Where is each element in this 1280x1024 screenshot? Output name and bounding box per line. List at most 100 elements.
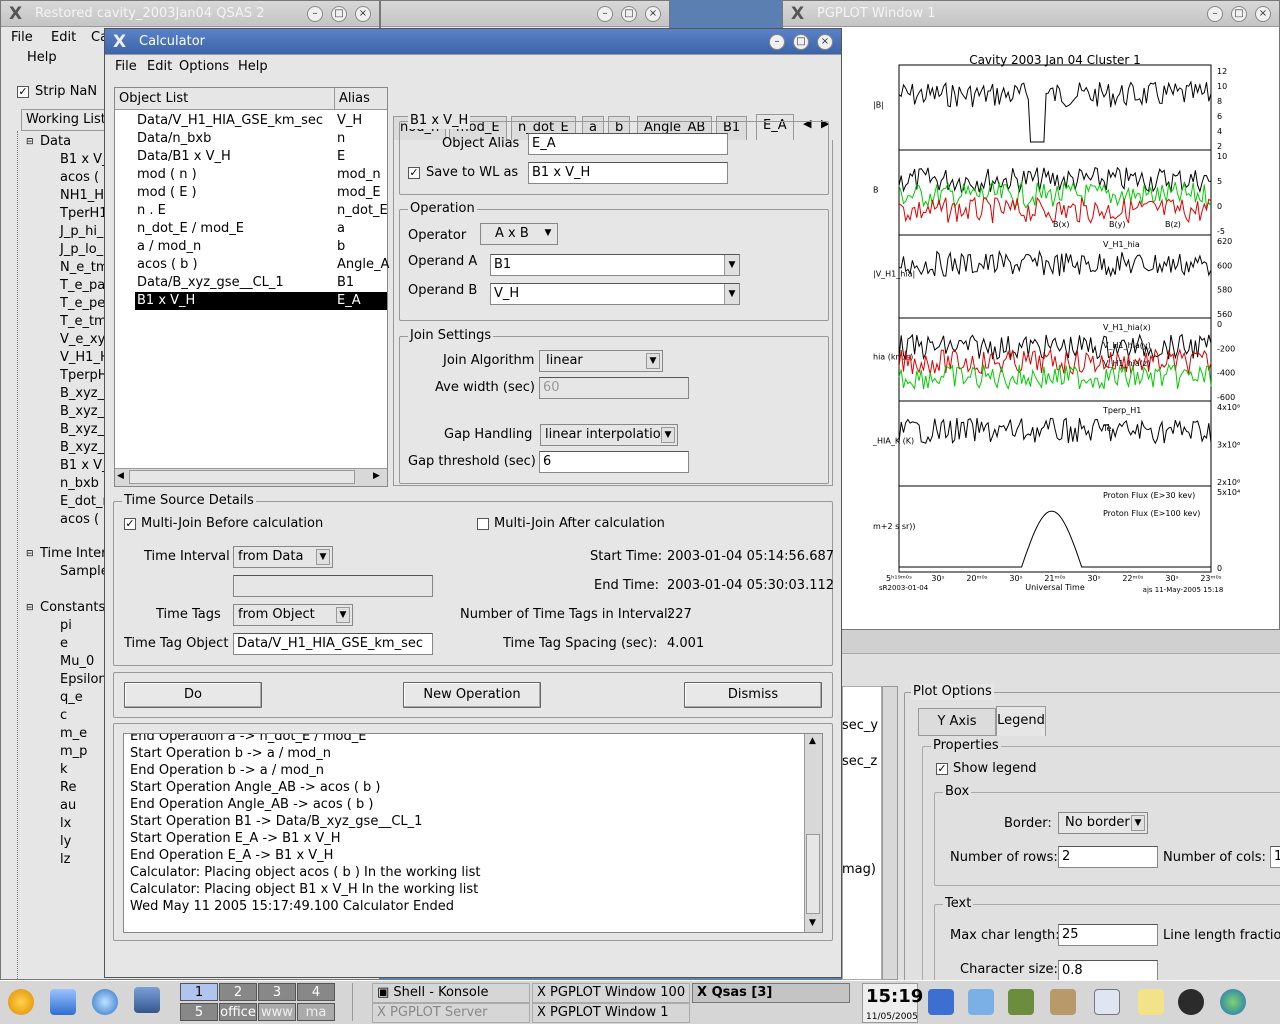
gap-threshold-input[interactable]: 6 bbox=[539, 451, 689, 473]
tree-data[interactable]: Data bbox=[40, 133, 71, 151]
minimize-icon[interactable]: – bbox=[1207, 6, 1223, 22]
operand-b-select[interactable]: V_H ▼ bbox=[490, 283, 740, 305]
object-row[interactable]: Data/n_bxb n bbox=[135, 130, 387, 148]
calculator-titlebar[interactable]: X Calculator – □ × bbox=[105, 29, 841, 55]
browser-icon[interactable] bbox=[92, 989, 118, 1015]
tree-item[interactable]: Epsilon bbox=[60, 671, 107, 689]
chevron-down-icon[interactable]: ▼ bbox=[724, 284, 739, 304]
home-folder-icon[interactable] bbox=[50, 989, 76, 1015]
ave-width-input[interactable]: 60 bbox=[539, 377, 689, 399]
log-area[interactable]: End Operation a -> n_dot_E / mod_E Start … bbox=[123, 733, 823, 933]
cols-input[interactable]: 1 bbox=[1270, 846, 1280, 868]
archive-icon[interactable] bbox=[1050, 989, 1076, 1015]
tree-item[interactable]: N_e_tm bbox=[60, 259, 108, 277]
operand-a-select[interactable]: B1 ▼ bbox=[490, 254, 740, 276]
collapse-icon[interactable]: ⊟ bbox=[26, 549, 34, 559]
close-icon[interactable]: × bbox=[645, 6, 661, 22]
task-qsas[interactable]: X Qsas [3] bbox=[692, 983, 850, 1003]
object-list-hscroll[interactable]: ◀ ▶ bbox=[115, 468, 387, 486]
strip-nan-checkbox[interactable]: ✓ bbox=[17, 86, 29, 98]
tree-item[interactable]: B_xyz_ bbox=[60, 439, 104, 457]
maximize-icon[interactable]: □ bbox=[793, 34, 809, 50]
new-operation-button[interactable]: New Operation bbox=[403, 682, 541, 708]
menu-file[interactable]: File bbox=[11, 30, 33, 45]
tree-item[interactable]: B_xyz_ bbox=[60, 403, 104, 421]
menu-help[interactable]: Help bbox=[27, 50, 57, 65]
object-list-header[interactable]: Object List bbox=[115, 88, 335, 110]
qsas-titlebar[interactable]: X Restored cavity_2003Jan04 QSAS 2 – □ × bbox=[1, 1, 379, 27]
maximize-icon[interactable]: □ bbox=[331, 6, 347, 22]
operator-select[interactable]: A x B ▼ bbox=[480, 223, 558, 245]
menu-edit[interactable]: Edit bbox=[51, 30, 76, 45]
tree-item[interactable]: au bbox=[60, 797, 76, 815]
tree-item[interactable]: acos ( bbox=[60, 169, 99, 187]
tree-item[interactable]: e bbox=[60, 635, 68, 653]
tree-item[interactable]: k bbox=[60, 761, 68, 779]
tree-item[interactable]: Sample bbox=[60, 563, 109, 581]
save-wl-input[interactable]: B1 x V_H bbox=[528, 162, 728, 184]
desktop-7[interactable]: www bbox=[258, 1003, 296, 1021]
tree-item[interactable]: NH1_HI bbox=[60, 187, 108, 205]
time-interval-extra[interactable] bbox=[233, 575, 433, 597]
clock[interactable]: 15:19 11/05/2005 bbox=[862, 983, 923, 1023]
close-icon[interactable]: × bbox=[817, 34, 833, 50]
rows-input[interactable]: 2 bbox=[1058, 846, 1158, 868]
editor-icon[interactable] bbox=[1138, 989, 1164, 1015]
menu-file[interactable]: File bbox=[115, 59, 137, 74]
time-tags-select[interactable]: from Object ▼ bbox=[233, 604, 353, 626]
tree-item[interactable]: pi bbox=[60, 617, 72, 635]
tree-item[interactable]: m_p bbox=[60, 743, 87, 761]
tree-item[interactable]: q_e bbox=[60, 689, 83, 707]
tree-item[interactable]: Re bbox=[60, 779, 76, 797]
menu-edit[interactable]: Edit bbox=[147, 59, 172, 74]
object-row[interactable]: B1 x V_H E_A bbox=[135, 292, 387, 310]
charsize-input[interactable]: 0.8 bbox=[1058, 960, 1158, 980]
object-row[interactable]: a / mod_n b bbox=[135, 238, 387, 256]
object-row[interactable]: n_dot_E / mod_E a bbox=[135, 220, 387, 238]
desktop-6[interactable]: office bbox=[219, 1003, 257, 1021]
tree-item[interactable]: lz bbox=[60, 851, 70, 869]
save-wl-checkbox[interactable]: ✓ bbox=[408, 167, 420, 179]
tree-item[interactable]: lx bbox=[60, 815, 71, 833]
gap-handling-select[interactable]: linear interpolation ▼ bbox=[540, 424, 678, 446]
object-row[interactable]: Data/B1 x V_H E bbox=[135, 148, 387, 166]
object-row[interactable]: mod ( n ) mod_n bbox=[135, 166, 387, 184]
log-scroll-thumb[interactable] bbox=[806, 834, 820, 914]
task-pgplot-100[interactable]: X PGPLOT Window 100 bbox=[532, 983, 690, 1003]
scroll-up-icon[interactable]: ▲ bbox=[809, 736, 816, 746]
object-row[interactable]: acos ( b ) Angle_A bbox=[135, 256, 389, 274]
maxchar-input[interactable]: 25 bbox=[1058, 924, 1158, 946]
maximize-icon[interactable]: □ bbox=[1231, 6, 1247, 22]
pgplot-titlebar[interactable]: X PGPLOT Window 1 – □ × bbox=[783, 1, 1279, 27]
tab-y-axis[interactable]: Y Axis bbox=[918, 708, 996, 736]
minimize-icon[interactable]: – bbox=[597, 6, 613, 22]
object-row[interactable]: n . E n_dot_E bbox=[135, 202, 388, 220]
collapse-icon[interactable]: ⊟ bbox=[26, 603, 34, 613]
tree-item[interactable]: V_H1_H bbox=[60, 349, 110, 367]
object-row[interactable]: mod ( E ) mod_E bbox=[135, 184, 387, 202]
tab-legend[interactable]: Legend bbox=[996, 706, 1046, 736]
tree-item[interactable]: T_e_pe bbox=[60, 295, 105, 313]
object-row[interactable]: Data/V_H1_HIA_GSE_km_sec V_H bbox=[135, 112, 387, 130]
border-select[interactable]: No border ▼ bbox=[1058, 812, 1148, 834]
settings-icon[interactable] bbox=[1178, 989, 1204, 1015]
globe-icon[interactable] bbox=[1220, 989, 1246, 1015]
tree-item[interactable]: B1 x V_ bbox=[60, 151, 109, 169]
desktop-2[interactable]: 2 bbox=[219, 983, 257, 1001]
task-pgplot-1[interactable]: X PGPLOT Window 1 bbox=[532, 1003, 690, 1023]
tree-item[interactable]: acos ( bbox=[60, 511, 99, 529]
alias-header[interactable]: Alias bbox=[335, 88, 387, 110]
time-tag-object-input[interactable]: Data/V_H1_HIA_GSE_km_sec bbox=[233, 633, 433, 655]
object-alias-input[interactable]: E_A bbox=[528, 133, 728, 155]
log-vscroll[interactable]: ▲ ▼ bbox=[804, 734, 822, 932]
calculator-icon[interactable] bbox=[1008, 989, 1034, 1015]
task-konsole[interactable]: ▣ Shell - Konsole bbox=[372, 983, 530, 1003]
do-button[interactable]: Do bbox=[124, 682, 262, 708]
object-row[interactable]: Data/B_xyz_gse__CL_1 B1 bbox=[135, 274, 387, 292]
minimize-icon[interactable]: – bbox=[307, 6, 323, 22]
tree-item[interactable]: ly bbox=[60, 833, 71, 851]
desktop-4[interactable]: 4 bbox=[297, 983, 335, 1001]
show-legend-checkbox[interactable]: ✓ bbox=[936, 763, 948, 775]
tree-item[interactable]: Mu_0 bbox=[60, 653, 94, 671]
desktop-8[interactable]: ma bbox=[297, 1003, 335, 1021]
